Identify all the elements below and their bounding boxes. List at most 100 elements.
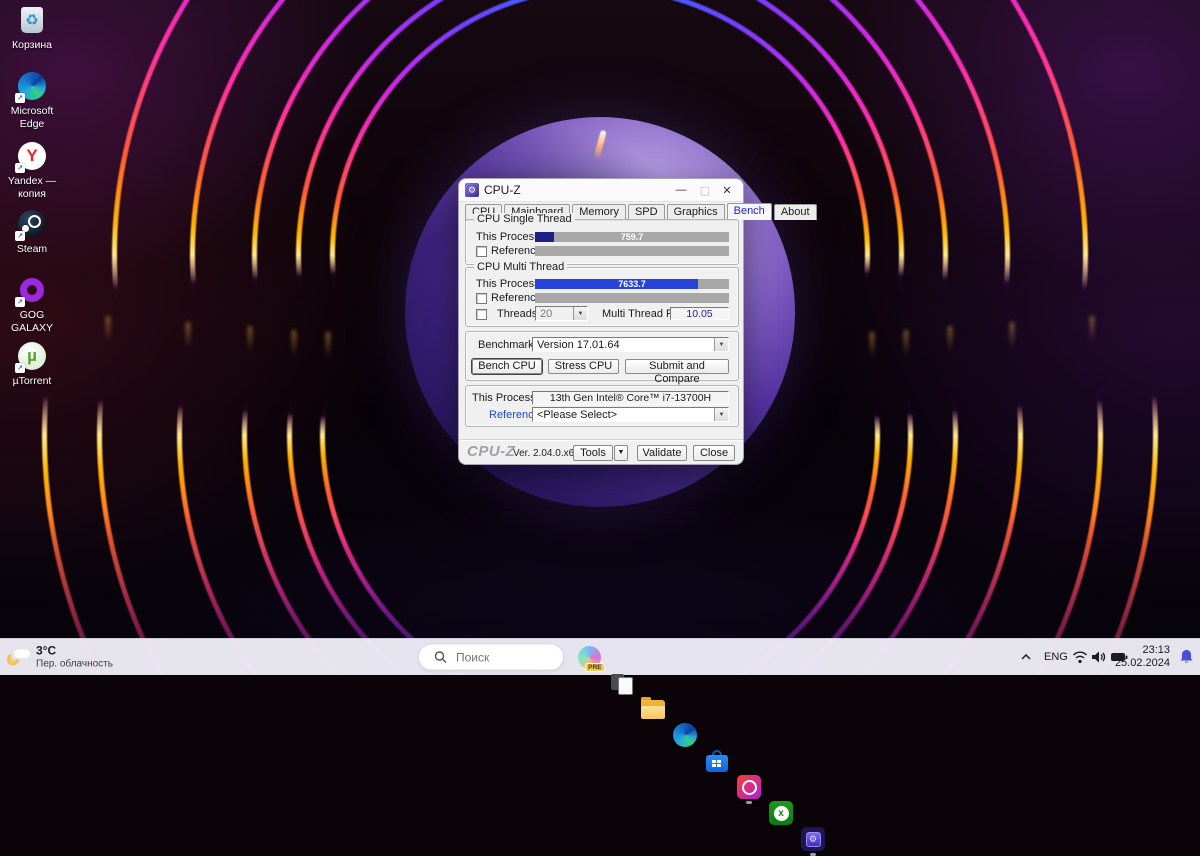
bench-cpu-button[interactable]: Bench CPU xyxy=(472,359,542,374)
cpuz-logo: CPU-Z xyxy=(467,443,516,460)
threads-value: 20 xyxy=(540,308,553,320)
search-input[interactable] xyxy=(454,649,548,665)
desktop-icon-utorrent[interactable]: µ ↗ µTorrent xyxy=(0,340,64,388)
shortcut-arrow-icon: ↗ xyxy=(15,163,25,173)
wifi-button[interactable] xyxy=(1072,651,1088,664)
file-explorer-button[interactable] xyxy=(640,696,666,722)
group-legend: CPU Multi Thread xyxy=(474,261,568,273)
speaker-icon xyxy=(1092,651,1106,663)
desktop-icon-label: Yandex — копия xyxy=(7,175,57,200)
multi-thread-value: 7633.7 xyxy=(618,279,646,289)
close-footer-button[interactable]: Close xyxy=(693,445,735,461)
shortcut-arrow-icon: ↗ xyxy=(15,363,25,373)
desktop-icon-gog-galaxy[interactable]: ↗ GOG GALAXY xyxy=(0,274,64,334)
single-thread-group: CPU Single Thread This Processor 759.7 R… xyxy=(465,213,739,265)
tools-button[interactable]: Tools xyxy=(573,445,613,461)
version-text: Ver. 2.04.0.x64 xyxy=(513,448,580,459)
weather-icon xyxy=(6,647,30,667)
desktop-icon-label: µTorrent xyxy=(12,375,52,387)
tools-dropdown-button[interactable]: ▼ xyxy=(614,445,628,461)
language-indicator[interactable]: ENG xyxy=(1044,651,1068,663)
chevron-down-icon: ▼ xyxy=(714,338,728,351)
cpuz-icon: ⚙ xyxy=(801,827,825,851)
desktop-icon-label: Steam xyxy=(16,243,48,255)
single-thread-bar: 759.7 xyxy=(535,232,729,242)
wifi-icon xyxy=(1072,651,1088,664)
store-icon xyxy=(705,749,729,773)
benchmark-label: Benchmark xyxy=(478,339,534,351)
stress-cpu-button[interactable]: Stress CPU xyxy=(548,359,619,374)
single-reference-bar xyxy=(535,246,729,256)
weather-widget[interactable]: 3°C Пер. облачность xyxy=(6,643,113,671)
copilot-pre-badge: PRE xyxy=(585,662,605,672)
group-legend: CPU Single Thread xyxy=(474,213,575,225)
edge-icon xyxy=(673,723,697,747)
search-icon xyxy=(434,651,447,663)
minimize-button[interactable]: — xyxy=(671,181,691,199)
multi-thread-bar: 7633.7 xyxy=(535,279,729,289)
shortcut-arrow-icon: ↗ xyxy=(15,93,25,103)
desktop-icon-recycle-bin[interactable]: ♻ Корзина xyxy=(0,4,64,52)
copilot-icon: PRE xyxy=(577,645,605,672)
desktop-icon-microsoft-edge[interactable]: ↗ Microsoft Edge xyxy=(0,70,64,130)
threads-select[interactable]: 20 ▼ xyxy=(535,306,588,321)
weather-temp: 3°C xyxy=(36,643,57,658)
chevron-down-icon: ▼ xyxy=(714,408,728,421)
weather-condition: Пер. облачность xyxy=(36,658,113,670)
validate-button[interactable]: Validate xyxy=(637,445,687,461)
edge-taskbar-button[interactable] xyxy=(672,722,698,748)
notifications-button[interactable] xyxy=(1179,649,1194,665)
pinned-app-button[interactable] xyxy=(736,774,762,804)
volume-button[interactable] xyxy=(1091,651,1106,664)
tab-graphics[interactable]: Graphics xyxy=(666,204,725,220)
running-indicator xyxy=(746,801,752,804)
reference-select[interactable]: <Please Select> ▼ xyxy=(532,407,729,422)
chevron-down-icon: ▼ xyxy=(573,307,587,320)
xbox-icon: x xyxy=(769,801,793,825)
reference-value: <Please Select> xyxy=(537,409,618,421)
processor-field: 13th Gen Intel® Core™ i7-13700H xyxy=(532,391,729,405)
threads-checkbox[interactable] xyxy=(476,309,487,320)
compare-group: This Processor 13th Gen Intel® Core™ i7-… xyxy=(465,385,739,427)
ratio-field: 10.05 xyxy=(670,307,729,320)
benchmark-version-value: Version 17.01.64 xyxy=(537,339,620,351)
desktop-icon-steam[interactable]: ↗ Steam xyxy=(0,208,64,256)
copilot-button[interactable]: PRE xyxy=(576,644,605,672)
cpuz-titlebar[interactable]: ⚙ CPU-Z — ▢ ✕ xyxy=(459,179,743,202)
cpuz-taskbar-button[interactable]: ⚙ xyxy=(800,826,826,856)
submit-compare-button[interactable]: Submit and Compare xyxy=(625,359,729,385)
close-button[interactable]: ✕ xyxy=(717,181,737,199)
taskbar: 3°C Пер. облачность PRE xyxy=(0,638,1200,856)
tab-spd[interactable]: SPD xyxy=(627,204,665,220)
tab-bench[interactable]: Bench xyxy=(726,203,772,220)
multi-reference-checkbox[interactable] xyxy=(476,293,487,304)
desktop-icon-label: Microsoft Edge xyxy=(10,105,54,130)
cpuz-window: ⚙ CPU-Z — ▢ ✕ CPU Mainboard Memory SPD G… xyxy=(458,178,817,465)
folder-icon xyxy=(641,696,665,719)
microsoft-store-button[interactable] xyxy=(704,748,730,774)
desktop-icon-label: GOG GALAXY xyxy=(10,309,54,334)
single-reference-checkbox[interactable] xyxy=(476,246,487,257)
chevron-up-icon xyxy=(1021,653,1031,660)
desktop-icon-yandex[interactable]: Y ↗ Yandex — копия xyxy=(0,140,64,200)
task-view-button[interactable] xyxy=(608,670,634,696)
cpuz-app-icon: ⚙ xyxy=(465,183,479,197)
tray-chevron-button[interactable] xyxy=(1020,653,1032,661)
tab-memory[interactable]: Memory xyxy=(572,204,626,220)
bell-icon xyxy=(1180,650,1193,663)
search-box[interactable] xyxy=(418,643,564,671)
clock-widget[interactable]: 23:13 25.02.2024 xyxy=(1115,644,1170,670)
tray-time: 23:13 xyxy=(1142,643,1170,656)
xbox-button[interactable]: x xyxy=(768,800,794,826)
tray-date: 25.02.2024 xyxy=(1114,657,1170,669)
desktop-icon-label: Корзина xyxy=(12,39,52,51)
multi-thread-group: CPU Multi Thread This Processor 7633.7 R… xyxy=(465,261,739,327)
maximize-button: ▢ xyxy=(699,184,711,197)
threads-label: Threads xyxy=(497,308,538,320)
multi-reference-bar xyxy=(535,293,729,303)
benchmark-version-select[interactable]: Version 17.01.64 ▼ xyxy=(532,337,729,352)
tab-about[interactable]: About xyxy=(773,204,817,220)
start-button[interactable] xyxy=(388,645,412,669)
shortcut-arrow-icon: ↗ xyxy=(15,231,25,241)
app-icon xyxy=(737,775,761,799)
